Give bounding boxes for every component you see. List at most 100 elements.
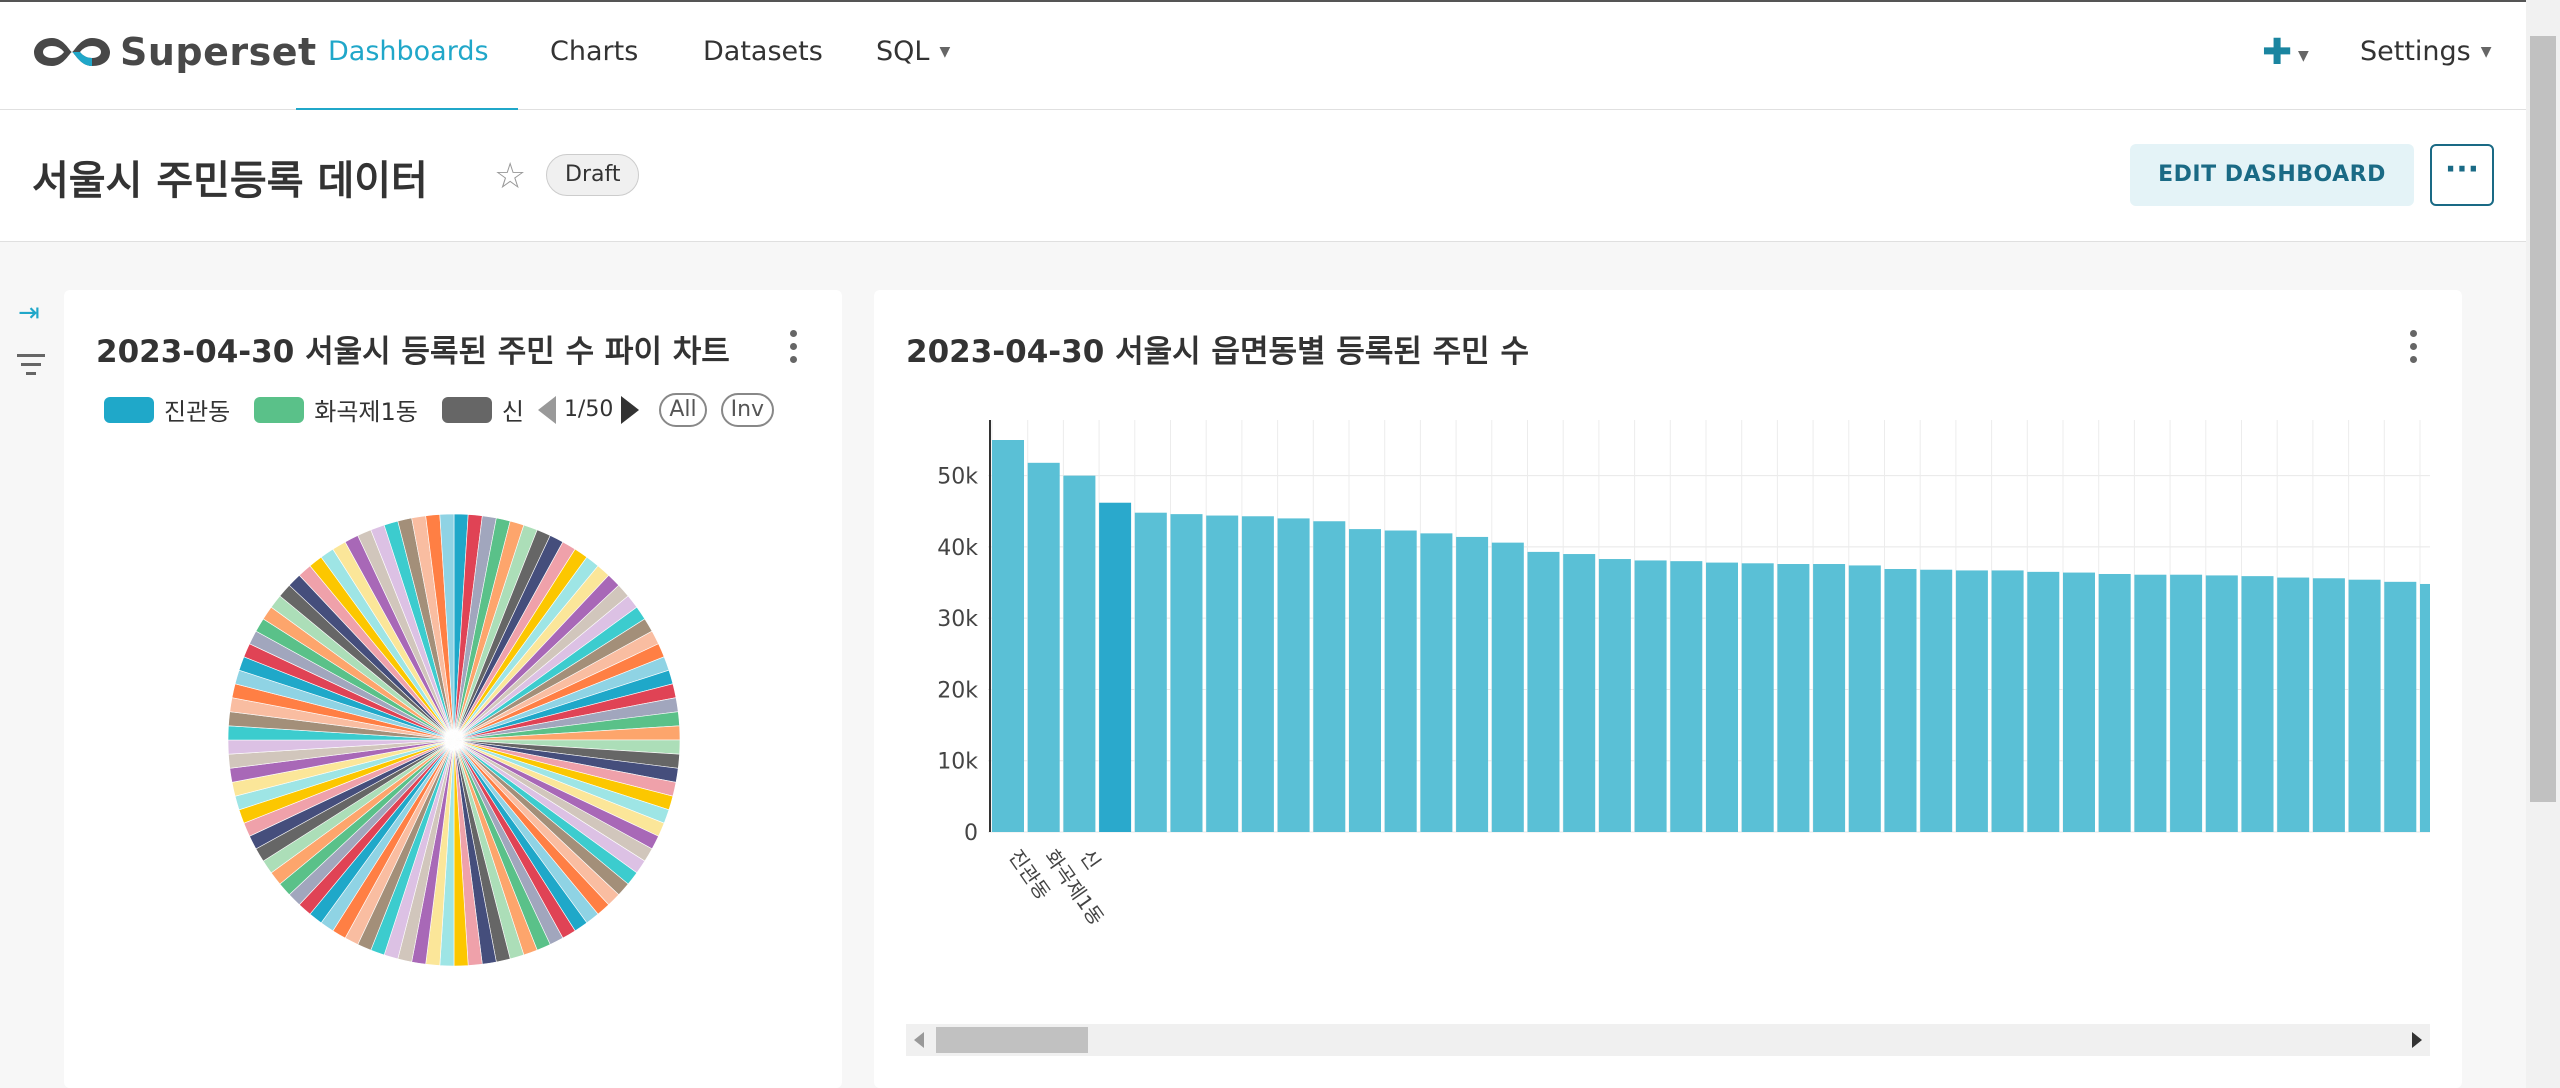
- caret-down-icon: ▼: [939, 43, 951, 60]
- pie-legend: 진관동 화곡제1동 신 1/50 All Inv: [104, 392, 775, 427]
- nav-dashboards[interactable]: Dashboards: [328, 36, 489, 67]
- bar[interactable]: [1456, 536, 1489, 832]
- bar[interactable]: [1777, 564, 1810, 832]
- top-navbar: Superset Dashboards Charts Datasets SQL …: [0, 0, 2526, 112]
- page-vertical-scrollbar[interactable]: [2526, 0, 2560, 1088]
- nav-datasets-label: Datasets: [703, 36, 823, 67]
- bar[interactable]: [1955, 570, 1988, 832]
- bar[interactable]: [1991, 570, 2024, 832]
- plus-icon[interactable]: ✚: [2262, 32, 2292, 73]
- bar[interactable]: [1313, 521, 1346, 832]
- bar[interactable]: [2134, 574, 2167, 832]
- legend-label: 신: [501, 398, 524, 426]
- bar[interactable]: [2348, 579, 2381, 832]
- pie-chart-title: 2023-04-30 서울시 등록된 주민 수 파이 차트: [96, 334, 730, 370]
- nav-sql-menu[interactable]: SQL ▼: [876, 36, 950, 67]
- bar[interactable]: [1206, 515, 1239, 832]
- pie-chart-menu-icon[interactable]: [790, 330, 798, 369]
- favorite-star-icon[interactable]: ☆: [494, 156, 526, 197]
- expand-filters-icon[interactable]: ⇥: [18, 298, 40, 328]
- bar[interactable]: [1884, 569, 1917, 832]
- bar[interactable]: [1741, 563, 1774, 832]
- bar[interactable]: [1134, 512, 1167, 832]
- bar[interactable]: [1063, 475, 1096, 832]
- dashboard-header: 서울시 주민등록 데이터 ☆ Draft EDIT DASHBOARD ···: [0, 110, 2526, 242]
- legend-label: 화곡제1동: [314, 398, 418, 426]
- bar[interactable]: [2241, 576, 2274, 832]
- legend-prev-icon[interactable]: [537, 395, 556, 424]
- bar[interactable]: [2027, 571, 2060, 832]
- filter-icon[interactable]: [16, 354, 46, 381]
- bar[interactable]: [2312, 578, 2345, 832]
- bar[interactable]: [1420, 533, 1453, 832]
- dashboard-title[interactable]: 서울시 주민등록 데이터: [32, 148, 428, 206]
- bar[interactable]: [1670, 561, 1703, 832]
- brand-name: Superset: [120, 30, 317, 74]
- status-badge[interactable]: Draft: [546, 154, 640, 196]
- legend-swatch: [254, 396, 305, 423]
- bar[interactable]: [1170, 514, 1203, 832]
- bar[interactable]: [1598, 559, 1631, 832]
- bar[interactable]: [2420, 583, 2430, 832]
- nav-dashboards-label: Dashboards: [328, 36, 489, 67]
- y-tick-label: 30k: [937, 607, 978, 632]
- superset-logo-icon: [34, 38, 110, 66]
- bar[interactable]: [1813, 564, 1846, 832]
- y-tick-label: 20k: [937, 678, 978, 703]
- legend-item[interactable]: 신: [441, 392, 524, 427]
- bar-chart-menu-icon[interactable]: [2410, 330, 2418, 369]
- bar[interactable]: [1634, 560, 1667, 832]
- legend-select-all-button[interactable]: All: [659, 392, 707, 427]
- legend-page-indicator: 1/50: [563, 397, 614, 422]
- settings-label: Settings: [2360, 36, 2471, 67]
- bar[interactable]: [1563, 554, 1596, 832]
- bar[interactable]: [2170, 574, 2203, 832]
- bar[interactable]: [992, 440, 1024, 832]
- bar[interactable]: [1848, 565, 1881, 832]
- bar-chart: 010k20k30k40k50k진관동화곡제1동신: [937, 420, 2430, 930]
- legend-label: 진관동: [164, 398, 231, 426]
- scrollbar-thumb[interactable]: [2530, 36, 2556, 802]
- bar[interactable]: [1277, 518, 1310, 832]
- scroll-left-icon[interactable]: [914, 1032, 924, 1048]
- nav-datasets[interactable]: Datasets: [703, 36, 823, 67]
- bar[interactable]: [1349, 529, 1381, 832]
- bar[interactable]: [2098, 573, 2131, 832]
- bar[interactable]: [2063, 572, 2095, 832]
- legend-swatch: [441, 396, 492, 423]
- bar[interactable]: [1384, 530, 1417, 832]
- bar[interactable]: [1099, 502, 1132, 832]
- scroll-right-icon[interactable]: [2412, 1032, 2422, 1048]
- legend-item[interactable]: 진관동: [104, 392, 230, 427]
- legend-pager: 1/50 All Inv: [537, 392, 775, 427]
- bar[interactable]: [1920, 569, 1953, 832]
- legend-next-icon[interactable]: [621, 395, 640, 424]
- bar[interactable]: [2277, 577, 2310, 832]
- y-tick-label: 0: [964, 821, 978, 846]
- bar[interactable]: [2384, 581, 2417, 832]
- settings-menu[interactable]: Settings ▼: [2360, 36, 2492, 67]
- scrollbar-thumb[interactable]: [936, 1027, 1088, 1053]
- superset-logo[interactable]: Superset: [30, 28, 317, 76]
- y-tick-label: 10k: [937, 750, 978, 775]
- bar[interactable]: [2205, 575, 2238, 832]
- chart-horizontal-scrollbar[interactable]: [906, 1024, 2430, 1056]
- caret-down-icon: ▼: [2480, 43, 2492, 60]
- pie-chart: [227, 513, 681, 967]
- bar[interactable]: [1527, 551, 1560, 832]
- edit-dashboard-button[interactable]: EDIT DASHBOARD: [2130, 144, 2414, 206]
- bar[interactable]: [1706, 562, 1738, 832]
- caret-down-icon[interactable]: ▼: [2298, 48, 2309, 64]
- legend-item[interactable]: 화곡제1동: [254, 392, 418, 427]
- more-options-button[interactable]: ···: [2430, 144, 2494, 206]
- nav-sql-label: SQL: [876, 36, 930, 67]
- legend-inverse-button[interactable]: Inv: [720, 392, 775, 427]
- bar-chart-title: 2023-04-30 서울시 읍면동별 등록된 주민 수: [906, 334, 1530, 370]
- nav-charts-label: Charts: [550, 36, 639, 67]
- bar[interactable]: [1491, 542, 1524, 832]
- nav-charts[interactable]: Charts: [550, 36, 638, 67]
- bar[interactable]: [1027, 462, 1060, 832]
- bar[interactable]: [1241, 516, 1274, 832]
- x-tick-label: 신: [1075, 845, 1105, 874]
- legend-swatch: [104, 396, 154, 423]
